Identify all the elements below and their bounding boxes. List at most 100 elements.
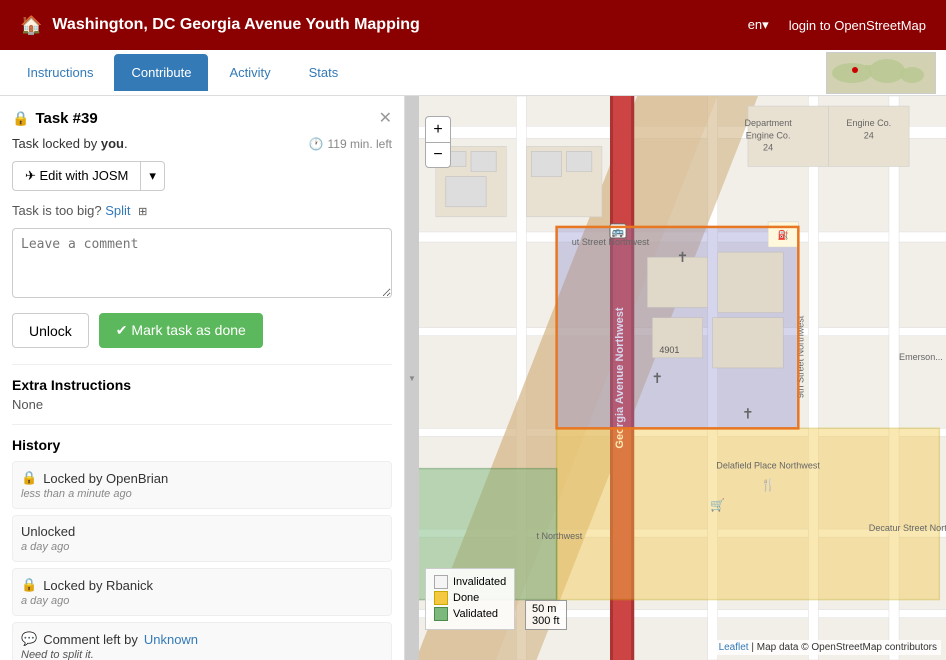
task-locked-row: Task locked by you. 🕐 119 min. left bbox=[12, 136, 392, 151]
svg-text:⛽: ⛽ bbox=[778, 229, 789, 240]
comment-icon: 💬 bbox=[21, 631, 37, 647]
history-item: 🔒 Locked by Rbanick a day ago bbox=[12, 568, 392, 616]
map-attribution: Leaflet | Map data © OpenStreetMap contr… bbox=[715, 640, 941, 655]
history-comment-user-link[interactable]: Unknown bbox=[144, 632, 198, 647]
scale-bar: 50 m 300 ft bbox=[525, 600, 567, 630]
unlock-button[interactable]: Unlock bbox=[12, 313, 89, 348]
history-action: Unlocked bbox=[21, 524, 383, 539]
edit-dropdown-button[interactable]: ▾ bbox=[140, 161, 165, 191]
zoom-controls: + − bbox=[425, 116, 451, 168]
action-buttons: Unlock ✔ Mark task as done bbox=[12, 313, 392, 348]
legend-label-invalidated: Invalidated bbox=[453, 576, 506, 588]
legend-label-done: Done bbox=[453, 592, 479, 604]
history-item: 🔒 Locked by OpenBrian less than a minute… bbox=[12, 461, 392, 509]
extra-instructions-content: None bbox=[12, 397, 392, 412]
task-number: Task #39 bbox=[35, 110, 97, 127]
header-right: en▾ login to OpenStreetMap bbox=[748, 17, 926, 33]
svg-text:Engine Co.: Engine Co. bbox=[846, 118, 891, 128]
task-title: 🔒 Task #39 bbox=[12, 110, 98, 127]
lock-icon: 🔒 bbox=[21, 470, 37, 486]
lock-icon: 🔒 bbox=[21, 577, 37, 593]
legend-item-validated: Validated bbox=[434, 607, 506, 621]
map-container[interactable]: + − bbox=[405, 96, 946, 660]
app-header: 🏠 Washington, DC Georgia Avenue Youth Ma… bbox=[0, 0, 946, 50]
leaflet-link[interactable]: Leaflet bbox=[719, 642, 749, 653]
tab-stats[interactable]: Stats bbox=[292, 54, 356, 91]
edit-button-group: ✈ Edit with JOSM ▾ bbox=[12, 161, 392, 191]
legend-color-done bbox=[434, 591, 448, 605]
split-icon: ⊞ bbox=[138, 206, 147, 218]
svg-text:ut Street Northwest: ut Street Northwest bbox=[572, 237, 650, 247]
legend-color-validated bbox=[434, 607, 448, 621]
comment-input[interactable] bbox=[12, 228, 392, 298]
task-header: 🔒 Task #39 ✕ bbox=[12, 108, 392, 128]
history-action: 🔒 Locked by Rbanick bbox=[21, 577, 383, 593]
map-legend: Invalidated Done Validated bbox=[425, 568, 515, 630]
divider-2 bbox=[12, 424, 392, 425]
history-action: 🔒 Locked by OpenBrian bbox=[21, 470, 383, 486]
svg-text:✝: ✝ bbox=[677, 249, 689, 265]
history-time: a day ago bbox=[21, 541, 383, 553]
history-text: Unlocked bbox=[21, 524, 75, 539]
lock-icon: 🔒 bbox=[12, 110, 29, 127]
history-time: a day ago bbox=[21, 595, 383, 607]
history-title: History bbox=[12, 437, 392, 453]
split-link[interactable]: Split bbox=[105, 203, 130, 218]
history-text: Locked by Rbanick bbox=[43, 578, 153, 593]
mark-done-button[interactable]: ✔ Mark task as done bbox=[99, 313, 263, 348]
legend-label-validated: Validated bbox=[453, 608, 498, 620]
divider-1 bbox=[12, 364, 392, 365]
home-icon[interactable]: 🏠 bbox=[20, 15, 42, 36]
close-button[interactable]: ✕ bbox=[379, 108, 392, 128]
svg-text:Engine Co.: Engine Co. bbox=[746, 130, 791, 140]
history-text: Locked by OpenBrian bbox=[43, 471, 168, 486]
nav-tabs: Instructions Contribute Activity Stats bbox=[0, 50, 946, 96]
login-link[interactable]: login to OpenStreetMap bbox=[789, 18, 926, 33]
history-item: 💬 Comment left by Unknown Need to split … bbox=[12, 622, 392, 660]
svg-text:🍴: 🍴 bbox=[761, 478, 776, 493]
sidebar: 🔒 Task #39 ✕ Task locked by you. 🕐 119 m… bbox=[0, 96, 405, 660]
tab-activity[interactable]: Activity bbox=[212, 54, 287, 91]
svg-text:Department: Department bbox=[744, 118, 792, 128]
time-left: 🕐 119 min. left bbox=[309, 137, 392, 151]
extra-instructions-title: Extra Instructions bbox=[12, 377, 392, 393]
svg-text:24: 24 bbox=[763, 142, 773, 152]
svg-text:Decatur Street Northw...: Decatur Street Northw... bbox=[869, 523, 946, 533]
history-action: 💬 Comment left by Unknown bbox=[21, 631, 383, 647]
minimap bbox=[826, 52, 936, 94]
scale-line2: 300 ft bbox=[532, 615, 560, 627]
svg-text:✝: ✝ bbox=[742, 405, 754, 421]
legend-item-invalidated: Invalidated bbox=[434, 575, 506, 589]
zoom-out-button[interactable]: − bbox=[425, 142, 451, 168]
edit-josm-button[interactable]: ✈ Edit with JOSM bbox=[12, 161, 140, 191]
svg-text:4901: 4901 bbox=[659, 345, 679, 355]
svg-text:Emerson...: Emerson... bbox=[899, 352, 943, 362]
legend-item-done: Done bbox=[434, 591, 506, 605]
history-list: 🔒 Locked by OpenBrian less than a minute… bbox=[12, 461, 392, 660]
language-selector[interactable]: en▾ bbox=[748, 17, 769, 33]
minimap-svg bbox=[827, 53, 936, 94]
task-locked-text: Task locked by you. bbox=[12, 136, 128, 151]
history-section: History 🔒 Locked by OpenBrian less than … bbox=[12, 437, 392, 660]
task-split-row: Task is too big? Split ⊞ bbox=[12, 203, 392, 218]
legend-color-invalidated bbox=[434, 575, 448, 589]
scale-line1: 50 m bbox=[532, 603, 560, 615]
zoom-in-button[interactable]: + bbox=[425, 116, 451, 142]
main-layout: 🔒 Task #39 ✕ Task locked by you. 🕐 119 m… bbox=[0, 96, 946, 660]
svg-text:t Northwest: t Northwest bbox=[536, 531, 582, 541]
history-note: Need to split it. bbox=[21, 649, 383, 660]
map-scroll-handle[interactable] bbox=[405, 96, 419, 660]
svg-text:Delafield Place Northwest: Delafield Place Northwest bbox=[716, 461, 820, 471]
svg-text:9th Street Northwest: 9th Street Northwest bbox=[795, 315, 805, 398]
title-area: 🏠 Washington, DC Georgia Avenue Youth Ma… bbox=[20, 15, 420, 36]
history-comment-label: Comment left by bbox=[43, 632, 138, 647]
app-title: Washington, DC Georgia Avenue Youth Mapp… bbox=[52, 16, 419, 34]
svg-text:🛒: 🛒 bbox=[710, 498, 725, 512]
tab-contribute[interactable]: Contribute bbox=[114, 54, 208, 91]
svg-text:24: 24 bbox=[864, 130, 874, 140]
svg-text:✝: ✝ bbox=[651, 370, 663, 386]
history-item: Unlocked a day ago bbox=[12, 515, 392, 562]
history-time: less than a minute ago bbox=[21, 488, 383, 500]
tab-instructions[interactable]: Instructions bbox=[10, 54, 110, 91]
extra-instructions-section: Extra Instructions None bbox=[12, 377, 392, 412]
